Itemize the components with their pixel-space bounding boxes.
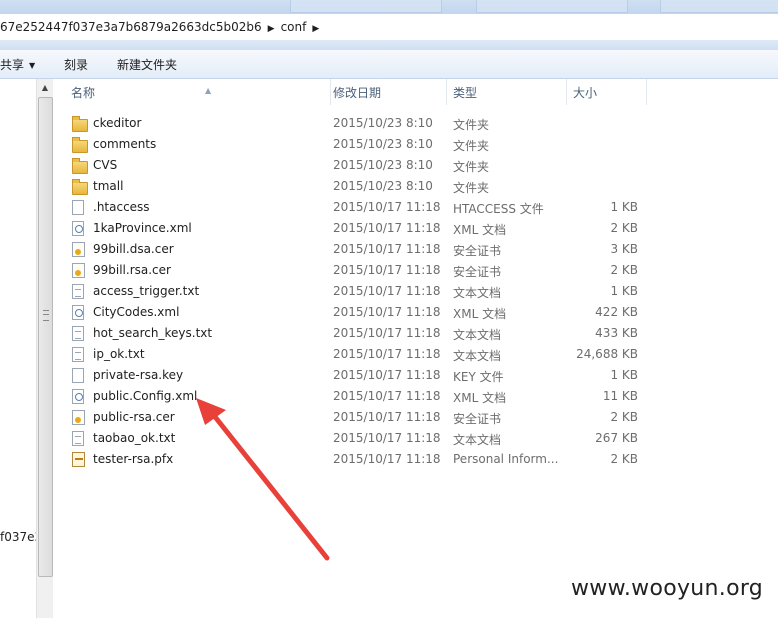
annotation-arrow-head — [196, 398, 226, 425]
annotation-arrow-overlay — [196, 398, 330, 561]
watermark: www.wooyun.org — [571, 576, 764, 601]
annotation-arrow-shaft — [209, 410, 330, 561]
